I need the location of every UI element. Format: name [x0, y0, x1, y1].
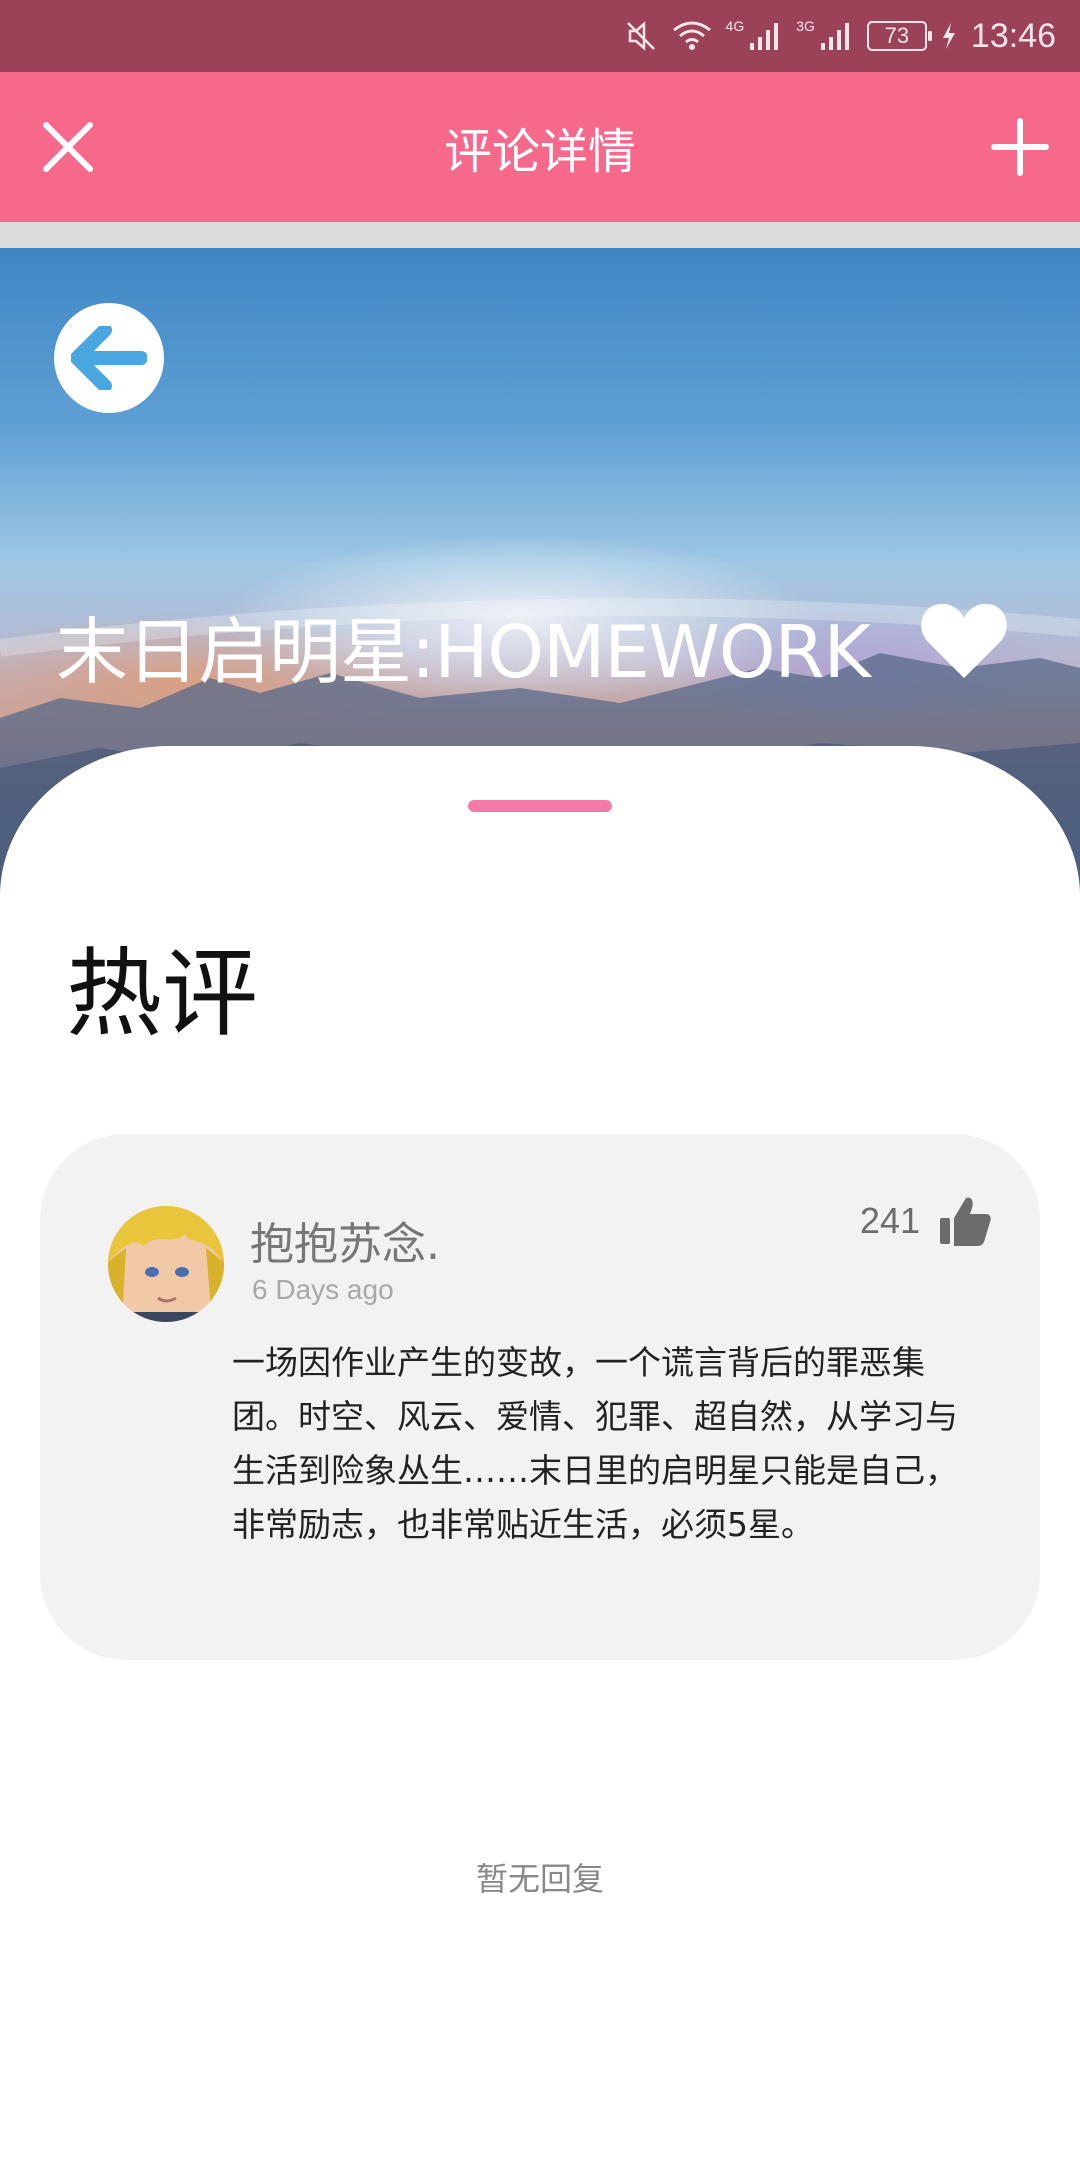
book-title: 末日启明星:HOMEWORK: [56, 610, 871, 694]
no-replies-text: 暂无回复: [475, 1860, 604, 1898]
network-type-2: 3G: [796, 18, 815, 34]
thumbs-up-icon[interactable]: [938, 1194, 992, 1248]
battery-icon: 73: [866, 21, 932, 51]
like-count: 241: [859, 1200, 920, 1241]
avatar[interactable]: [108, 1206, 224, 1322]
comment-username[interactable]: 抱抱苏念.: [250, 1208, 440, 1272]
network-type-1: 4G: [725, 18, 745, 34]
battery-level: 73: [884, 23, 910, 48]
wifi-icon: [672, 20, 712, 52]
signal-icon: [748, 21, 782, 51]
comment-sheet: 热评 抱抱苏念. 6 Days ago 241 一场因作业产生的变故，一个谎言背…: [0, 746, 1080, 2160]
page-title: 评论详情: [443, 124, 636, 180]
heart-icon[interactable]: [918, 598, 1010, 682]
toolbar: 评论详情: [0, 72, 1080, 222]
status-bar: 4G 3G 73 13:46: [0, 0, 1080, 72]
close-icon: [43, 122, 93, 172]
clock: 13:46: [970, 16, 1056, 55]
mute-icon: [624, 19, 658, 53]
toolbar-divider: [0, 222, 1080, 248]
comment-text: 一场因作业产生的变故，一个谎言背后的罪恶集团。时空、风云、爱情、犯罪、超自然，从…: [232, 1343, 958, 1544]
sheet-drag-handle[interactable]: [468, 800, 612, 812]
plus-icon: [991, 118, 1049, 176]
signal-icon: [819, 21, 853, 51]
close-button[interactable]: [30, 109, 106, 185]
comment-timestamp: 6 Days ago: [252, 1274, 394, 1305]
back-button[interactable]: [54, 303, 164, 413]
comment-card: 抱抱苏念. 6 Days ago 241 一场因作业产生的变故，一个谎言背后的罪…: [40, 1134, 1040, 1660]
arrow-left-icon: [71, 326, 147, 390]
add-button[interactable]: [982, 109, 1058, 185]
section-title: 热评: [66, 938, 258, 1050]
charging-icon: [941, 22, 957, 50]
